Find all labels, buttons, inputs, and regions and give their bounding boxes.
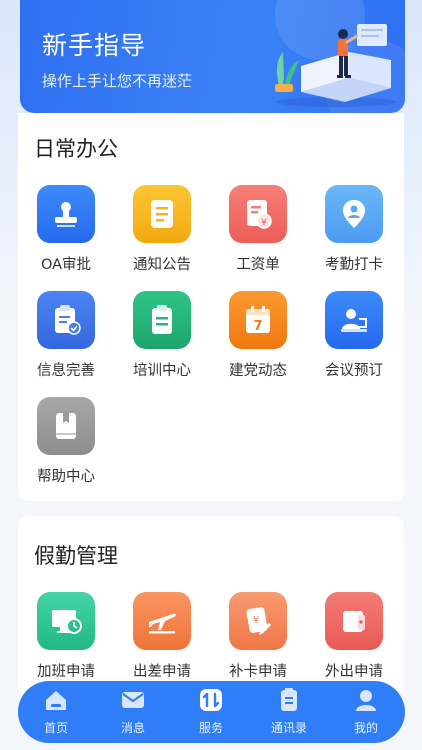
item-label: 工资单	[236, 257, 280, 273]
outing-item[interactable]: 外出申请	[314, 592, 394, 681]
clipboard-icon	[133, 291, 191, 349]
stamp-icon	[37, 185, 95, 243]
guide-banner[interactable]: 新手指导 操作上手让您不再迷茫	[20, 0, 405, 113]
overtime-item[interactable]: 加班申请	[26, 592, 106, 681]
tab-label: 我的	[353, 721, 378, 735]
airplane-icon	[133, 592, 191, 650]
calendar-icon: 7	[229, 291, 287, 349]
leave-management-card: 假勤管理 加班申请 出差申请 ¥ 补卡申请 外出申请	[18, 516, 404, 696]
monitor-clock-icon	[37, 592, 95, 650]
item-label: 加班申请	[37, 664, 95, 680]
bottom-tab-bar: 首页 消息 服务 通讯录 我的	[18, 681, 405, 743]
wallet-icon	[325, 592, 383, 650]
card-edit-icon: ¥	[229, 592, 287, 650]
attendance-item[interactable]: 考勤打卡	[314, 185, 394, 274]
service-icon	[183, 687, 239, 713]
document-icon	[133, 185, 191, 243]
section-title: 日常办公	[34, 137, 118, 161]
section-title: 假勤管理	[34, 544, 118, 568]
item-label: 培训中心	[133, 363, 191, 379]
svg-text:¥: ¥	[261, 218, 267, 228]
missed-punch-item[interactable]: ¥ 补卡申请	[218, 592, 298, 681]
person-meeting-icon	[325, 291, 383, 349]
help-center-item[interactable]: 帮助中心	[26, 397, 106, 486]
tab-contacts[interactable]: 通讯录	[261, 687, 317, 736]
info-complete-item[interactable]: 信息完善	[26, 291, 106, 380]
oa-approval-item[interactable]: OA审批	[26, 185, 106, 274]
book-icon	[37, 397, 95, 455]
notice-item[interactable]: 通知公告	[122, 185, 202, 274]
svg-text:¥: ¥	[253, 615, 259, 626]
payslip-item[interactable]: ¥ 工资单	[218, 185, 298, 274]
item-label: 会议预订	[325, 363, 383, 379]
home-icon	[28, 687, 84, 713]
mail-icon	[105, 687, 161, 713]
training-item[interactable]: 培训中心	[122, 291, 202, 380]
banner-title: 新手指导	[42, 31, 147, 60]
item-label: 外出申请	[325, 664, 383, 680]
item-label: 出差申请	[133, 664, 191, 680]
location-person-icon	[325, 185, 383, 243]
item-label: 考勤打卡	[325, 257, 383, 273]
party-news-item[interactable]: 7 建党动态	[218, 291, 298, 380]
tab-label: 服务	[198, 721, 223, 735]
clipboard-check-icon	[37, 291, 95, 349]
tab-home[interactable]: 首页	[28, 687, 84, 736]
item-label: 建党动态	[229, 363, 287, 379]
banner-subtitle: 操作上手让您不再迷茫	[42, 72, 193, 90]
item-label: 补卡申请	[229, 664, 287, 680]
tab-mine[interactable]: 我的	[338, 687, 394, 736]
item-label: 帮助中心	[37, 469, 95, 485]
item-label: 信息完善	[37, 363, 95, 379]
tab-label: 首页	[43, 721, 68, 735]
guide-illustration	[275, 24, 396, 107]
item-label: 通知公告	[133, 257, 191, 273]
svg-text:7: 7	[253, 319, 262, 334]
tab-label: 消息	[120, 721, 145, 735]
daily-office-card: 日常办公 OA审批 通知公告 ¥ 工资单 考勤打卡 信息完善 培训中心 7 建党…	[18, 113, 404, 501]
tab-label: 通讯录	[270, 721, 307, 735]
contacts-icon	[261, 687, 317, 713]
user-icon	[338, 687, 394, 713]
payslip-icon: ¥	[229, 185, 287, 243]
meeting-booking-item[interactable]: 会议预订	[314, 291, 394, 380]
tab-messages[interactable]: 消息	[105, 687, 161, 736]
business-trip-item[interactable]: 出差申请	[122, 592, 202, 681]
tab-service[interactable]: 服务	[183, 687, 239, 736]
item-label: OA审批	[40, 257, 92, 273]
